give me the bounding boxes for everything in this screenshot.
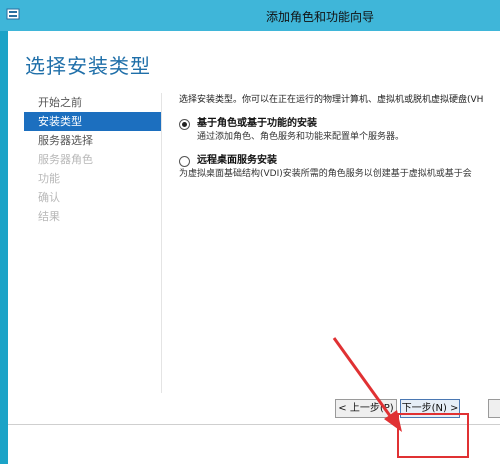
highlight-box-annotation <box>397 413 469 458</box>
red-arrow-annotation <box>332 337 402 432</box>
